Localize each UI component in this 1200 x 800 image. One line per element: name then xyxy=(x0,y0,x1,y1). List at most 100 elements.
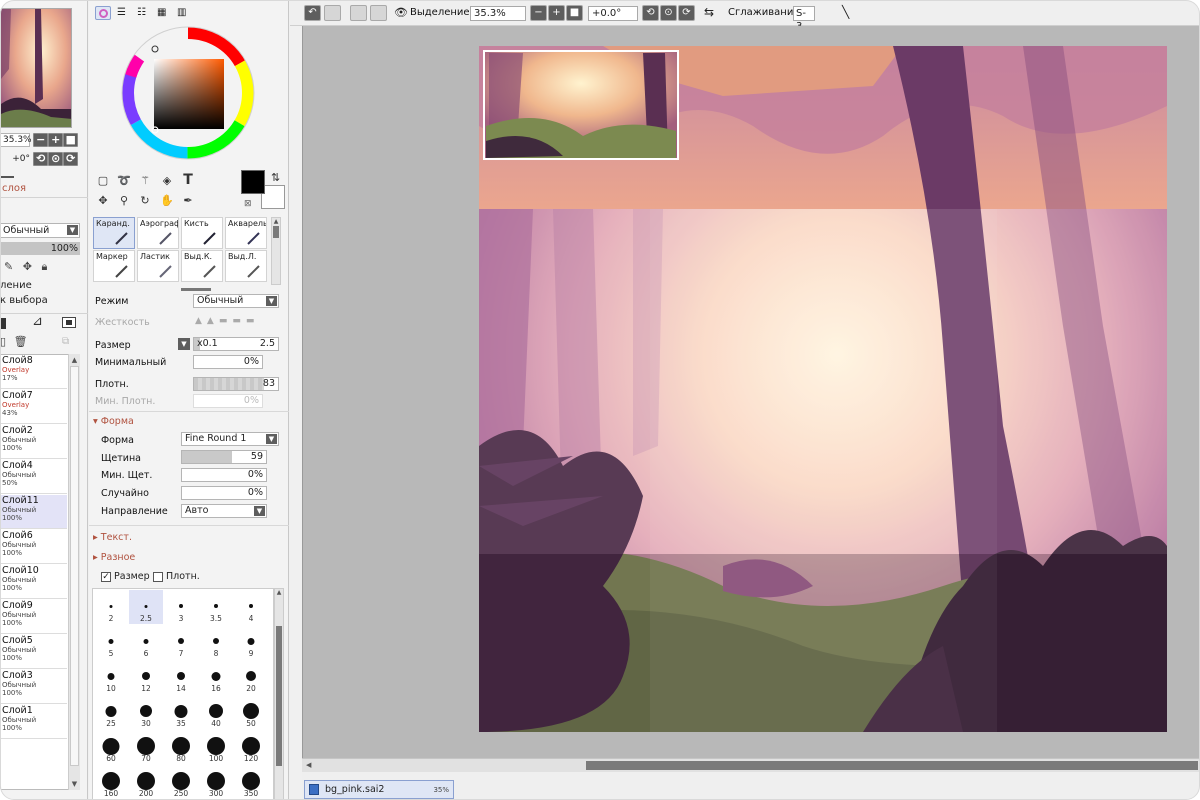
swap-colors-icon[interactable]: ⇅ xyxy=(271,171,280,184)
brush-slot[interactable]: Каранд. xyxy=(93,217,135,249)
brush-size-cell[interactable]: 100 xyxy=(199,730,233,764)
new-layer-icon[interactable] xyxy=(0,318,6,329)
brush-slot[interactable]: Выд.Л. xyxy=(225,250,267,282)
navigator-zoom-value[interactable]: 35.3% xyxy=(0,133,32,147)
zoom-out-icon[interactable]: − xyxy=(33,133,49,147)
shape-section-header[interactable]: ▾ Форма xyxy=(93,416,134,427)
lasso-icon[interactable]: ➰ xyxy=(116,174,132,188)
canvas-artwork[interactable] xyxy=(303,26,1200,772)
brush-slot[interactable]: Маркер xyxy=(93,250,135,282)
size-slider[interactable]: x0.1 2.5 xyxy=(193,337,279,351)
move-lock-icon[interactable]: ✥ xyxy=(23,260,32,273)
size-checkbox[interactable]: ✓ Размер xyxy=(101,571,150,582)
brush-size-cell[interactable]: 12 xyxy=(129,660,163,694)
rgb-slider-tab-icon[interactable]: ☰ xyxy=(117,7,126,18)
file-tab[interactable]: bg_pink.sai2 35% xyxy=(304,780,454,799)
brush-size-cell[interactable]: 16 xyxy=(199,660,233,694)
reference-thumbnail[interactable] xyxy=(483,50,679,160)
bristle-slider[interactable]: 59 xyxy=(181,450,267,464)
rect-select-icon[interactable]: ▢ xyxy=(95,174,111,188)
brush-size-cell[interactable]: 160 xyxy=(94,765,128,799)
brush-size-cell[interactable]: 35 xyxy=(164,695,198,729)
zoom-select[interactable]: 35.3% xyxy=(470,6,526,21)
brush-slot[interactable]: Акварель xyxy=(225,217,267,249)
scroll-up-icon[interactable]: ▲ xyxy=(272,218,280,225)
scroll-up-icon[interactable]: ▲ xyxy=(70,356,79,364)
size-multiplier-dropdown-icon[interactable]: ▼ xyxy=(178,338,190,350)
brush-size-cell[interactable]: 3 xyxy=(164,590,198,624)
brush-size-cell[interactable]: 25 xyxy=(94,695,128,729)
zoom-in-icon[interactable]: + xyxy=(548,5,565,21)
layer-row[interactable]: Слой10 Обычный 100% xyxy=(1,565,67,599)
color-wheel-tab-icon[interactable] xyxy=(95,6,111,20)
brush-size-cell[interactable]: 120 xyxy=(234,730,268,764)
navigator-thumbnail[interactable] xyxy=(0,8,72,128)
swatches-tab-icon[interactable]: ▦ xyxy=(157,7,166,18)
smoothing-select[interactable]: S-3 xyxy=(793,6,815,32)
zoom-out-icon[interactable]: − xyxy=(530,5,547,21)
scroll-down-icon[interactable]: ▼ xyxy=(70,780,79,788)
layer-row[interactable]: Слой8 Overlay 17% xyxy=(1,355,67,389)
panel-splitter[interactable] xyxy=(181,288,211,291)
size-grid-scrollbar[interactable]: ▲ xyxy=(274,588,284,800)
brush-size-cell[interactable]: 70 xyxy=(129,730,163,764)
brush-size-cell[interactable]: 4 xyxy=(234,590,268,624)
size-grid-scroll-thumb[interactable] xyxy=(276,626,282,766)
zoom-in-icon[interactable]: + xyxy=(48,133,64,147)
rotation-select[interactable]: +0.0° xyxy=(588,6,638,21)
canvas-scroll-thumb[interactable] xyxy=(586,761,1198,770)
layer-row[interactable]: Слой4 Обычный 50% xyxy=(1,460,67,494)
density-checkbox[interactable]: Плотн. xyxy=(153,571,200,582)
brush-slot[interactable]: Кисть xyxy=(181,217,223,249)
lock-icon[interactable]: 🔒︎ xyxy=(41,260,47,273)
brush-size-cell[interactable]: 40 xyxy=(199,695,233,729)
mode-select[interactable]: Обычный ▼ xyxy=(193,294,279,308)
transparent-color-icon[interactable]: ⊠ xyxy=(244,199,252,209)
brush-size-cell[interactable]: 2 xyxy=(94,590,128,624)
layer-list-scrollbar[interactable]: ▲ ▼ xyxy=(68,354,80,790)
line-tool-icon[interactable]: ╲ xyxy=(842,5,849,19)
canvas-horizontal-scrollbar[interactable]: ◀ xyxy=(302,758,1200,772)
layer-row[interactable]: Слой11 Обычный 100% xyxy=(1,495,67,529)
rotate-right-icon[interactable]: ⟳ xyxy=(678,5,695,21)
shape-select[interactable]: Fine Round 1 ▼ xyxy=(181,432,279,446)
brush-size-cell[interactable]: 30 xyxy=(129,695,163,729)
color-wheel[interactable] xyxy=(121,26,255,160)
rotate-left-icon[interactable]: ⟲ xyxy=(642,5,659,21)
zoom-reset-icon[interactable]: ■ xyxy=(566,5,583,21)
eye-icon[interactable]: 👁︎ xyxy=(394,6,408,19)
magic-wand-icon[interactable]: ⚚ xyxy=(137,174,153,188)
brush-size-cell[interactable]: 7 xyxy=(164,625,198,659)
merge-layer-icon[interactable]: ⊿ xyxy=(32,314,43,329)
layer-option-clip[interactable]: ление xyxy=(0,278,48,293)
text-tool-icon[interactable]: T xyxy=(180,173,196,187)
brush-size-cell[interactable]: 80 xyxy=(164,730,198,764)
layer-row[interactable]: Слой1 Обычный 100% xyxy=(1,705,67,739)
layer-option-selection-source[interactable]: к выбора xyxy=(0,293,48,308)
density-slider[interactable]: 83 xyxy=(193,377,279,391)
rotate-right-icon[interactable]: ⟳ xyxy=(63,152,79,166)
scroll-left-icon[interactable]: ◀ xyxy=(306,761,311,769)
direction-select[interactable]: Авто ▼ xyxy=(181,504,267,518)
brush-size-cell[interactable]: 20 xyxy=(234,660,268,694)
brush-size-cell[interactable]: 300 xyxy=(199,765,233,799)
rotate-left-icon[interactable]: ⟲ xyxy=(33,152,49,166)
brush-size-cell[interactable]: 2.5 xyxy=(129,590,163,624)
layer-row[interactable]: Слой7 Overlay 43% xyxy=(1,390,67,424)
move-icon[interactable]: ✥ xyxy=(95,194,111,208)
hsv-slider-tab-icon[interactable]: ☷ xyxy=(137,7,146,18)
zoom-reset-icon[interactable]: ■ xyxy=(63,133,79,147)
layer-row[interactable]: Слой3 Обычный 100% xyxy=(1,670,67,704)
zoom-icon[interactable]: ⚲ xyxy=(116,194,132,208)
layer-row[interactable]: Слой2 Обычный 100% xyxy=(1,425,67,459)
brush-size-cell[interactable]: 10 xyxy=(94,660,128,694)
brush-slot[interactable]: Ластик xyxy=(137,250,179,282)
brush-size-cell[interactable]: 14 xyxy=(164,660,198,694)
rotate-reset-icon[interactable]: ⊙ xyxy=(48,152,64,166)
layer-row[interactable]: Слой5 Обычный 100% xyxy=(1,635,67,669)
brush-size-cell[interactable]: 3.5 xyxy=(199,590,233,624)
layer-list-scroll-thumb[interactable] xyxy=(70,366,79,766)
clear-layer-icon[interactable]: ▯ xyxy=(0,335,6,348)
brush-size-cell[interactable]: 350 xyxy=(234,765,268,799)
brush-size-cell[interactable]: 9 xyxy=(234,625,268,659)
